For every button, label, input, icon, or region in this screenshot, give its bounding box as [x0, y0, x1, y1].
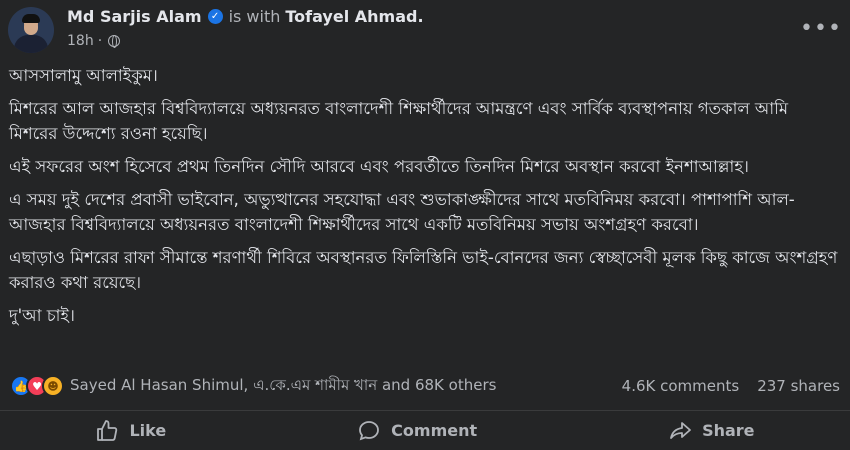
- reactions-bar: 👍 ♥ ☻ Sayed Al Hasan Shimul, এ.কে.এম শাম…: [10, 373, 840, 399]
- like-label: Like: [129, 421, 167, 440]
- comment-icon: [359, 420, 380, 440]
- like-button[interactable]: Like: [67, 413, 194, 449]
- author-name[interactable]: Md Sarjis Alam: [67, 7, 202, 26]
- post-stats: 4.6K comments 237 shares: [622, 377, 840, 395]
- care-reaction-icon[interactable]: ☻: [42, 375, 64, 397]
- verified-badge-icon: ✓: [207, 9, 223, 24]
- share-label: Share: [702, 421, 755, 440]
- globe-icon[interactable]: [108, 35, 121, 48]
- share-icon: [670, 421, 691, 439]
- author-avatar[interactable]: [8, 7, 54, 53]
- post-paragraph: আসসালামু আলাইকুম।: [9, 66, 158, 85]
- shares-count[interactable]: 237 shares: [757, 377, 840, 395]
- avatar-hair: [22, 14, 40, 23]
- reaction-names[interactable]: Sayed Al Hasan Shimul, এ.কে.এম শামীম খান…: [70, 374, 496, 399]
- post-meta: 18h ·: [67, 33, 121, 49]
- thumbs-up-icon: [97, 419, 118, 441]
- post-paragraph: মিশরের আল আজহার বিশ্ববিদ্যালয়ে অধ্যয়নর…: [9, 99, 789, 143]
- post-paragraph: এই সফরের অংশ হিসেবে প্রথম তিনদিন সৌদি আর…: [9, 157, 749, 176]
- more-options-icon[interactable]: •••: [800, 18, 842, 40]
- post-body: আসসালামু আলাইকুম। মিশরের আল আজহার বিশ্বব…: [9, 63, 841, 336]
- post-paragraph: দু'আ চাই।: [9, 306, 75, 325]
- tagged-user[interactable]: Tofayel Ahmad.: [285, 7, 423, 26]
- avatar-suit: [14, 35, 48, 53]
- action-bar: Like Comment Share: [0, 410, 850, 450]
- comment-label: Comment: [391, 421, 478, 440]
- comment-button[interactable]: Comment: [329, 413, 505, 449]
- comments-count[interactable]: 4.6K comments: [622, 377, 740, 395]
- post-paragraph: এ সময় দুই দেশের প্রবাসী ভাইবোন, অভ্যুত্…: [9, 190, 795, 234]
- share-button[interactable]: Share: [640, 413, 782, 449]
- author-line: Md Sarjis Alam ✓ is with Tofayel Ahmad.: [67, 7, 424, 26]
- post-paragraph: এছাড়াও মিশরের রাফা সীমান্তে শরণার্থী শি…: [9, 248, 838, 292]
- post-time[interactable]: 18h: [67, 33, 94, 49]
- with-text: is with: [228, 7, 281, 26]
- post-header: Md Sarjis Alam ✓ is with Tofayel Ahmad. …: [0, 0, 850, 58]
- meta-separator: ·: [97, 33, 103, 49]
